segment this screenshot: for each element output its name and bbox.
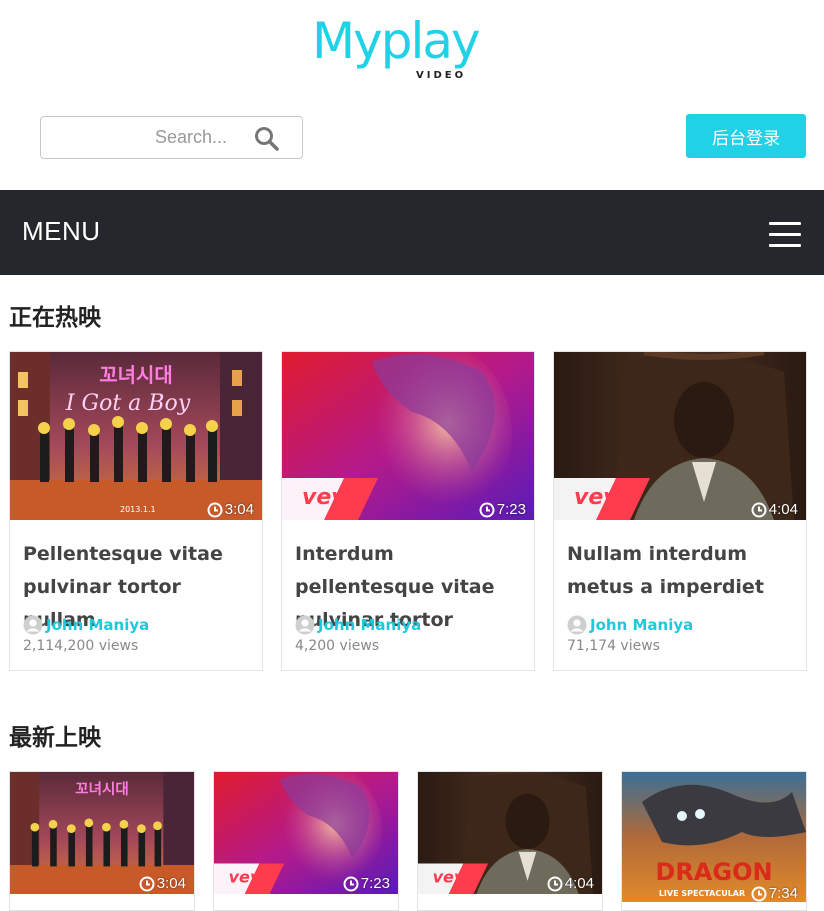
logo[interactable]: Myplay VIDEO <box>312 12 512 84</box>
video-thumbnail[interactable]: vevo 4:04 <box>554 352 806 520</box>
author-name[interactable]: John Maniya <box>590 616 693 634</box>
video-duration: 7:23 <box>343 875 390 892</box>
video-duration: 7:34 <box>751 885 798 902</box>
video-card[interactable]: 꼬녀시대 3:04 <box>9 771 195 911</box>
clock-icon <box>547 876 563 891</box>
svg-text:LIVE SPECTACULAR: LIVE SPECTACULAR <box>659 889 745 898</box>
clock-icon <box>207 502 223 517</box>
duration-text: 3:04 <box>224 501 254 518</box>
svg-text:꼬녀시대: 꼬녀시대 <box>75 781 129 798</box>
search-icon[interactable] <box>254 126 280 152</box>
view-count: 71,174 views <box>567 638 660 654</box>
clock-icon <box>751 502 767 517</box>
thumbnail-image-kpop: 꼬녀시대 I Got a Boy 2013.1.1 <box>10 352 262 520</box>
video-thumbnail[interactable]: 꼬녀시대 3:04 <box>10 772 194 894</box>
video-card[interactable]: 꼬녀시대 I Got a Boy 2013.1.1 3:04 Pellentes… <box>9 351 263 671</box>
logo-subtext: VIDEO <box>416 70 467 81</box>
duration-text: 7:23 <box>360 875 390 892</box>
duration-text: 3:04 <box>156 875 186 892</box>
svg-text:vevo: vevo <box>574 485 633 510</box>
svg-text:vevo: vevo <box>302 485 361 510</box>
video-thumbnail[interactable]: vevo 7:23 <box>282 352 534 520</box>
thumbnail-image-dragon: DRAGON LIVE SPECTACULAR <box>622 772 806 902</box>
svg-text:2013.1.1: 2013.1.1 <box>120 505 156 514</box>
video-thumbnail[interactable]: 꼬녀시대 I Got a Boy 2013.1.1 3:04 <box>10 352 262 520</box>
video-duration: 3:04 <box>139 875 186 892</box>
video-duration: 3:04 <box>207 501 254 518</box>
clock-icon <box>139 876 155 891</box>
thumbnail-image-vevo: vevo <box>282 352 534 520</box>
menu-bar: MENU <box>0 190 824 275</box>
view-count: 2,114,200 views <box>23 638 139 654</box>
search-input[interactable] <box>41 117 241 158</box>
svg-text:vevo: vevo <box>433 867 476 886</box>
login-button[interactable]: 后台登录 <box>686 114 806 158</box>
clock-icon <box>479 502 495 517</box>
thumbnail-image-vevo-man: vevo <box>554 352 806 520</box>
video-author[interactable]: John Maniya <box>295 615 421 635</box>
section-title-latest: 最新上映 <box>9 725 101 751</box>
duration-text: 7:34 <box>768 885 798 902</box>
video-duration: 4:04 <box>751 501 798 518</box>
video-card[interactable]: vevo 4:04 Nullam interdum metus a imperd… <box>553 351 807 671</box>
video-duration: 7:23 <box>479 501 526 518</box>
clock-icon <box>343 876 359 891</box>
svg-text:DRAGON: DRAGON <box>655 858 772 886</box>
svg-text:I Got a Boy: I Got a Boy <box>65 391 191 416</box>
section-title-now-playing: 正在热映 <box>9 305 101 331</box>
view-count: 4,200 views <box>295 638 380 654</box>
video-author[interactable]: John Maniya <box>23 615 149 635</box>
video-duration: 4:04 <box>547 875 594 892</box>
video-card[interactable]: vevo 4:04 <box>417 771 603 911</box>
svg-text:꼬녀시대: 꼬녀시대 <box>99 363 173 387</box>
video-title[interactable]: Nullam interdum metus a imperdiet <box>567 538 797 604</box>
svg-text:vevo: vevo <box>229 867 272 886</box>
user-avatar-icon <box>567 615 587 635</box>
duration-text: 4:04 <box>768 501 798 518</box>
duration-text: 7:23 <box>496 501 526 518</box>
video-card[interactable]: vevo 7:23 Interdum pellentesque vitae pu… <box>281 351 535 671</box>
author-name[interactable]: John Maniya <box>46 616 149 634</box>
video-card[interactable]: vevo 7:23 <box>213 771 399 911</box>
author-name[interactable]: John Maniya <box>318 616 421 634</box>
video-author[interactable]: John Maniya <box>567 615 693 635</box>
logo-text: Myplay <box>312 12 481 70</box>
clock-icon <box>751 886 767 901</box>
duration-text: 4:04 <box>564 875 594 892</box>
video-thumbnail[interactable]: DRAGON LIVE SPECTACULAR 7:34 <box>622 772 806 902</box>
video-thumbnail[interactable]: vevo 4:04 <box>418 772 602 894</box>
menu-label[interactable]: MENU <box>22 216 101 247</box>
header: Myplay VIDEO 后台登录 <box>0 0 824 190</box>
user-avatar-icon <box>23 615 43 635</box>
user-avatar-icon <box>295 615 315 635</box>
hamburger-menu-icon[interactable] <box>769 222 801 248</box>
video-card[interactable]: DRAGON LIVE SPECTACULAR 7:34 <box>621 771 807 911</box>
video-thumbnail[interactable]: vevo 7:23 <box>214 772 398 894</box>
search-box <box>40 116 303 159</box>
